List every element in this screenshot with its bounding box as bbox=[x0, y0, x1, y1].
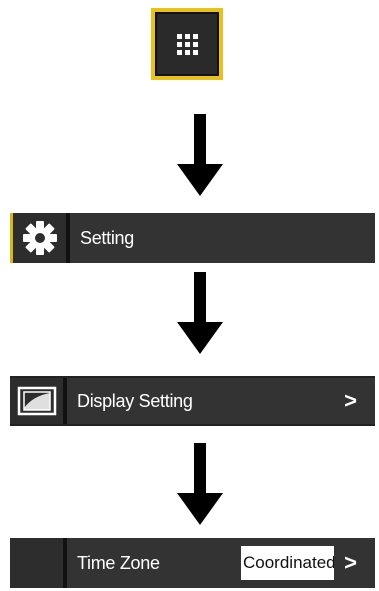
setting-row[interactable]: Setting bbox=[10, 213, 375, 263]
display-icon bbox=[17, 386, 56, 416]
chevron-right-icon: > bbox=[344, 550, 357, 575]
down-arrow-2 bbox=[0, 272, 379, 354]
down-arrow-1 bbox=[0, 114, 379, 196]
arrow-down-icon bbox=[177, 443, 223, 525]
time-zone-row[interactable]: Time Zone Coordinated > bbox=[10, 538, 375, 588]
display-icon-cell bbox=[10, 378, 67, 424]
display-setting-row[interactable]: Display Setting > bbox=[10, 376, 375, 426]
chevron-right-icon: > bbox=[344, 388, 357, 413]
setting-icon-cell bbox=[13, 213, 70, 263]
time-zone-value-field[interactable]: Coordinated bbox=[241, 546, 334, 580]
setting-label: Setting bbox=[80, 227, 134, 248]
time-zone-label: Time Zone bbox=[77, 552, 160, 573]
apps-button[interactable] bbox=[151, 8, 223, 80]
down-arrow-3 bbox=[0, 443, 379, 525]
arrow-down-icon bbox=[177, 114, 223, 196]
arrow-down-icon bbox=[177, 272, 223, 354]
apps-grid-icon bbox=[176, 33, 198, 55]
display-setting-label: Display Setting bbox=[77, 390, 193, 411]
time-zone-icon-cell bbox=[10, 538, 67, 588]
gear-icon bbox=[22, 221, 57, 255]
